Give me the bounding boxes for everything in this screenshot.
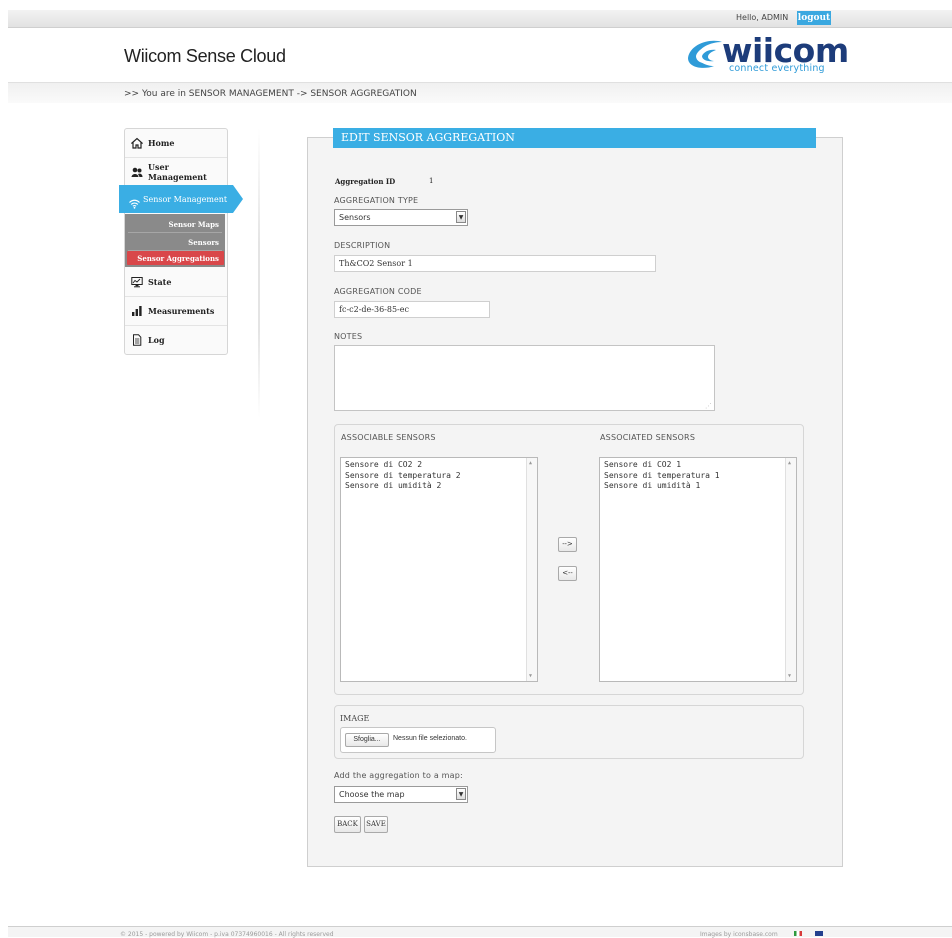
aggregation-code-field[interactable]: fc-c2-de-36-85-ec [334,301,490,318]
submenu-divider [128,232,222,233]
list-item[interactable]: Sensore di umidità 2 [345,481,533,492]
sidebar-item-user-management[interactable]: User Management [125,158,227,187]
greeting: Hello, ADMIN [736,13,789,22]
aggregation-id-value: 1 [429,177,434,185]
chevron-down-icon: ▼ [456,788,466,800]
sidebar-item-measurements[interactable]: Measurements [125,297,227,326]
scroll-up-icon[interactable]: ▲ [529,460,532,466]
italian-flag-icon[interactable] [794,931,802,936]
save-button[interactable]: SAVE [364,816,388,833]
aggregation-type-select[interactable]: Sensors ▼ [334,209,468,226]
users-icon [131,166,143,178]
file-input[interactable]: Sfoglia... Nessun file selezionato. [340,727,496,753]
scrollbar[interactable]: ▲ ▼ [526,458,537,681]
scroll-down-icon[interactable]: ▼ [788,673,791,679]
file-status: Nessun file selezionato. [393,735,467,742]
document-icon [131,334,143,346]
logo-tagline: connect everything [729,63,825,74]
list-item[interactable]: Sensore di temperatura 2 [345,471,533,482]
aggregation-type-label: AGGREGATION TYPE [334,196,419,205]
wifi-icon [129,194,140,213]
list-item[interactable]: Sensore di CO2 1 [604,460,792,471]
list-item[interactable]: Sensore di umidità 1 [604,481,792,492]
associated-sensors-label: ASSOCIATED SENSORS [600,433,696,442]
sidebar-item-log[interactable]: Log [125,326,227,354]
associated-sensors-list[interactable]: Sensore di CO2 1 Sensore di temperatura … [599,457,797,682]
image-label: IMAGE [340,714,370,723]
notes-label: NOTES [334,332,363,341]
panel-title: EDIT SENSOR AGGREGATION [333,128,816,148]
sidebar-item-home[interactable]: Home [125,129,227,158]
aggregation-code-label: AGGREGATION CODE [334,287,422,296]
description-field[interactable]: Th&CO2 Sensor 1 [334,255,656,272]
submenu-item-sensors[interactable]: Sensors [188,238,219,247]
aggregation-id-label: Aggregation ID [335,177,396,186]
move-left-button[interactable]: <-- [558,566,577,581]
list-item[interactable]: Sensore di CO2 2 [345,460,533,471]
sidebar-item-label: Sensor Management [143,195,228,204]
move-right-button[interactable]: --> [558,537,577,552]
breadcrumb: >> You are in SENSOR MANAGEMENT -> SENSO… [124,89,417,99]
browse-button[interactable]: Sfoglia... [345,733,389,747]
map-label: Add the aggregation to a map: [334,771,463,780]
list-item[interactable]: Sensore di temperatura 1 [604,471,792,482]
logout-button[interactable]: logout [797,11,831,25]
description-label: DESCRIPTION [334,241,391,250]
username: ADMIN [761,13,789,22]
monitor-icon [131,276,143,288]
sidebar-item-state[interactable]: State [125,268,227,297]
back-button[interactable]: BACK [334,816,361,833]
uk-flag-icon[interactable] [815,931,823,936]
chevron-down-icon: ▼ [456,211,466,223]
associable-sensors-label: ASSOCIABLE SENSORS [341,433,436,442]
scroll-down-icon[interactable]: ▼ [529,673,532,679]
associable-sensors-list[interactable]: Sensore di CO2 2 Sensore di temperatura … [340,457,538,682]
app-title: Wiicom Sense Cloud [124,46,286,66]
notes-textarea[interactable]: ⋰ [334,345,715,411]
resize-handle-icon[interactable]: ⋰ [705,402,712,410]
scrollbar[interactable]: ▲ ▼ [785,458,796,681]
home-icon [131,137,143,149]
map-select[interactable]: Choose the map ▼ [334,786,468,803]
bar-chart-icon [131,305,143,317]
sidebar-divider [258,128,260,418]
scroll-up-icon[interactable]: ▲ [788,460,791,466]
submenu-item-sensor-maps[interactable]: Sensor Maps [169,220,219,229]
submenu-item-sensor-aggregations[interactable]: Sensor Aggregations [127,251,224,265]
